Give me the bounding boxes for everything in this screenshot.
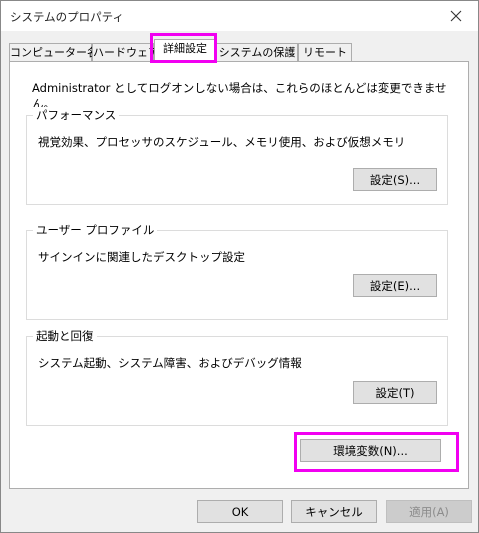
user-profile-group-title: ユーザー プロファイル [33, 222, 158, 238]
close-icon [450, 10, 462, 22]
cancel-button[interactable]: キャンセル [291, 500, 377, 523]
tab-remote[interactable]: リモート [298, 43, 352, 61]
performance-settings-button[interactable]: 設定(S)... [353, 168, 437, 191]
tab-computer-name[interactable]: コンピューター名 [9, 43, 98, 61]
tab-strip: コンピューター名 ハードウェア 詳細設定 システムの保護 リモート [9, 39, 469, 63]
startup-recovery-desc: システム起動、システム障害、およびデバッグ情報 [38, 356, 302, 370]
startup-recovery-settings-button[interactable]: 設定(T) [353, 381, 437, 404]
title-bar: システムのプロパティ [1, 1, 478, 31]
apply-button[interactable]: 適用(A) [386, 500, 472, 523]
performance-desc: 視覚効果、プロセッサのスケジュール、メモリ使用、および仮想メモリ [38, 135, 406, 149]
system-properties-dialog: システムのプロパティ コンピューター名 ハードウェア 詳細設定 システムの保護 … [0, 0, 479, 533]
tab-hardware[interactable]: ハードウェア [92, 43, 159, 61]
performance-group-title: パフォーマンス [33, 107, 120, 123]
env-button-highlight-box [294, 432, 459, 472]
user-profile-settings-button[interactable]: 設定(E)... [353, 274, 437, 297]
performance-group: パフォーマンス 視覚効果、プロセッサのスケジュール、メモリ使用、および仮想メモリ… [26, 107, 448, 205]
user-profile-desc: サインインに関連したデスクトップ設定 [38, 250, 245, 264]
advanced-panel: Administrator としてログオンしない場合は、これらのほとんどは変更で… [9, 61, 469, 489]
tab-system-protection[interactable]: システムの保護 [216, 43, 298, 61]
window-title: システムのプロパティ [10, 10, 124, 24]
tab-highlight-box [150, 33, 217, 63]
startup-recovery-group: 起動と回復 システム起動、システム障害、およびデバッグ情報 設定(T) [26, 328, 448, 426]
startup-recovery-group-title: 起動と回復 [33, 328, 97, 344]
ok-button[interactable]: OK [197, 500, 283, 523]
user-profile-group: ユーザー プロファイル サインインに関連したデスクトップ設定 設定(E)... [26, 222, 448, 320]
close-button[interactable] [434, 1, 478, 31]
